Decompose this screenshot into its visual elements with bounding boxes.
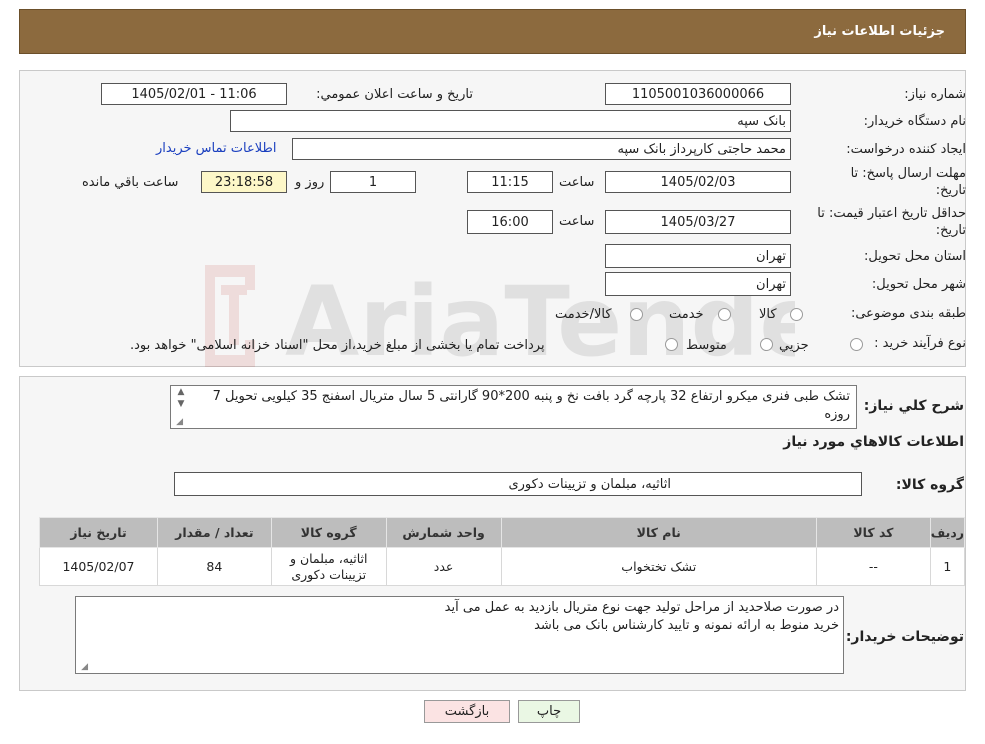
category-goods-service-label: کالا/خدمت (555, 307, 612, 322)
buyer-org-label: نام دستگاه خريدار: (863, 114, 966, 129)
deadline-label-line2: تاريخ: (935, 183, 966, 198)
deadline-time-label: ساعت (559, 175, 595, 190)
validity-label-line2: تاريخ: (935, 223, 966, 238)
resize-grip-icon[interactable]: ◢ (173, 417, 183, 427)
cell-group: اثاثیه، مبلمان و تزيينات دکوری (270, 547, 387, 586)
requester-field: محمد حاجتی کارپرداز بانک سپه (292, 138, 791, 160)
cell-date: 1405/02/07 (39, 547, 158, 586)
deadline-label-line1: مهلت ارسال پاسخ: تا (850, 166, 966, 181)
category-goods-service-radio[interactable] (630, 308, 643, 321)
buyer-org-field: بانک سپه (230, 110, 791, 132)
need-number-field: 1105001036000066 (605, 83, 791, 105)
buyer-notes-textarea[interactable]: در صورت صلاحدید از مراحل تولید جهت نوع م… (75, 596, 844, 674)
days-label: روز و (295, 175, 325, 190)
buyer-notes-label: توضيحات خريدار: (845, 629, 964, 645)
announce-field: 1405/02/01 - 11:06 (101, 83, 287, 105)
province-label: استان محل تحويل: (864, 249, 966, 264)
cell-qty: 84 (156, 547, 272, 586)
scroll-down-icon[interactable]: ▼ (174, 399, 188, 409)
goods-group-field: اثاثیه، مبلمان و تزيينات دکوری (174, 472, 862, 496)
need-number-label: شماره نیاز: (904, 87, 966, 102)
col-date: تاريخ نياز (39, 517, 158, 548)
city-label: شهر محل تحويل: (871, 277, 966, 292)
days-remaining-field: 1 (330, 171, 416, 193)
process-type-label: نوع فرآيند خريد : (874, 336, 966, 351)
goods-group-label: گروه کالا: (895, 477, 964, 493)
category-goods-radio[interactable] (790, 308, 803, 321)
page-header: جزئیات اطلاعات نیاز (19, 9, 966, 54)
page-title: جزئیات اطلاعات نیاز (814, 24, 945, 39)
print-button[interactable]: چاپ (518, 700, 580, 723)
description-label: شرح کلي نياز: (863, 398, 964, 414)
category-service-radio[interactable] (718, 308, 731, 321)
requester-label: ايجاد کننده درخواست: (846, 142, 966, 157)
cell-group-line1: اثاثیه، مبلمان و (289, 550, 368, 566)
col-qty: تعداد / مقدار (156, 517, 272, 548)
deadline-time-field: 11:15 (467, 171, 553, 193)
announce-label: تاريخ و ساعت اعلان عمومي: (316, 87, 473, 102)
table-row: 1 -- تشک تختخواب عدد اثاثیه، مبلمان و تز… (39, 547, 966, 586)
col-group: گروه کالا (270, 517, 387, 548)
items-table: رديف کد کالا نام کالا واحد شمارش گروه کا… (39, 517, 966, 586)
description-text: تشک طبی فنری میکرو ارتفاع 32 پارچه گرد ب… (212, 389, 850, 422)
buyer-notes-line1: در صورت صلاحدید از مراحل تولید جهت نوع م… (444, 600, 839, 615)
col-name: نام کالا (500, 517, 817, 548)
city-field: تهران (605, 272, 791, 296)
col-code: کد کالا (815, 517, 931, 548)
remaining-time-field: 23:18:58 (201, 171, 287, 193)
validity-time-label: ساعت (559, 214, 595, 229)
description-textarea[interactable]: تشک طبی فنری میکرو ارتفاع 32 پارچه گرد ب… (170, 385, 857, 429)
category-label: طبقه بندی موضوعی: (850, 306, 966, 321)
category-service-label: خدمت (669, 307, 704, 322)
col-unit: واحد شمارش (385, 517, 502, 548)
validity-label-line1: حداقل تاريخ اعتبار قيمت: تا (817, 206, 966, 221)
items-table-wrapper: رديف کد کالا نام کالا واحد شمارش گروه کا… (39, 517, 966, 586)
table-header-row: رديف کد کالا نام کالا واحد شمارش گروه کا… (39, 517, 966, 548)
process-treasury-note: پرداخت تمام يا بخشی از مبلغ خريد،از محل … (130, 338, 545, 353)
process-medium-label: متوسط (686, 338, 727, 353)
cell-code: -- (815, 547, 931, 586)
goods-section-title: اطلاعات کالاهاي مورد نياز (783, 434, 964, 450)
back-button[interactable]: بازگشت (424, 700, 510, 723)
remaining-time-label: ساعت باقي مانده (82, 175, 179, 190)
category-goods-label: کالا (759, 307, 777, 322)
col-row: رديف (929, 517, 966, 548)
cell-group-line2: تزيينات دکوری (291, 566, 367, 582)
notes-resize-grip-icon[interactable]: ◢ (78, 662, 88, 672)
cell-name: تشک تختخواب (500, 547, 817, 586)
process-partial-radio[interactable] (850, 338, 863, 351)
contact-buyer-link[interactable]: اطلاعات تماس خريدار (156, 141, 276, 156)
validity-time-field: 16:00 (467, 210, 553, 234)
cell-row: 1 (929, 547, 966, 586)
scroll-up-icon[interactable]: ▲ (174, 387, 188, 397)
process-partial-label: جزيي (779, 338, 809, 353)
process-treasury-checkbox[interactable] (665, 338, 678, 351)
cell-unit: عدد (385, 547, 502, 586)
buyer-notes-line2: خرید منوط به ارائه نمونه و تایید کارشناس… (534, 618, 839, 633)
process-medium-radio[interactable] (760, 338, 773, 351)
province-field: تهران (605, 244, 791, 268)
deadline-date-field: 1405/02/03 (605, 171, 791, 193)
validity-date-field: 1405/03/27 (605, 210, 791, 234)
